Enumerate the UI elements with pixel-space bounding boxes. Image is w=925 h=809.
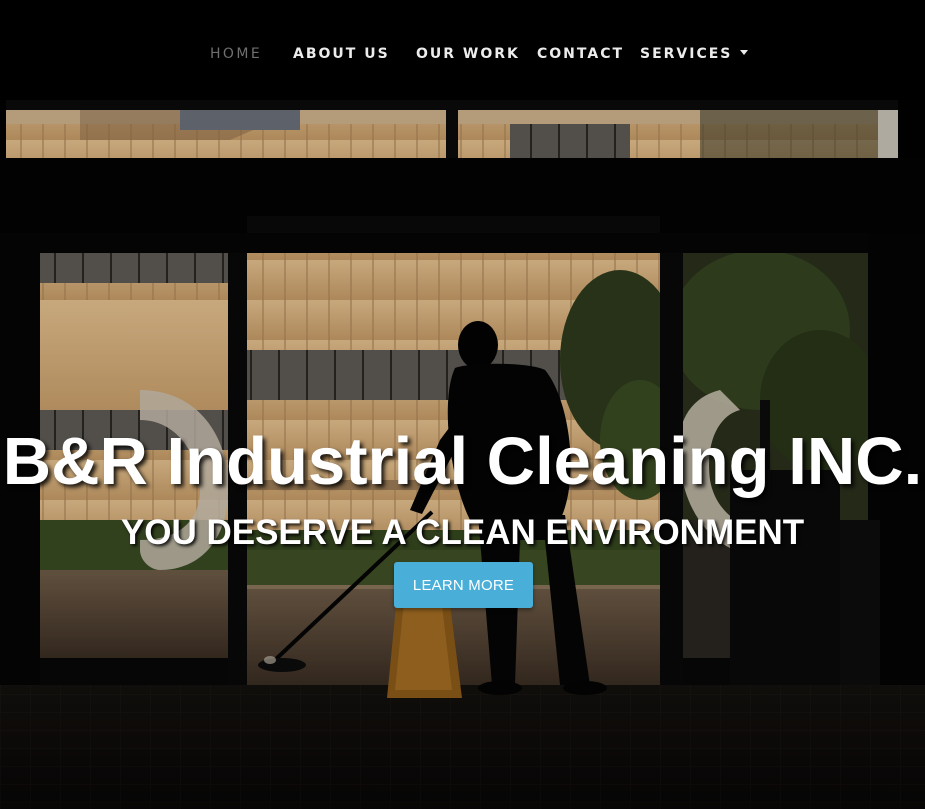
nav-services-dropdown[interactable]: SERVICES: [640, 46, 749, 62]
nav-about-link[interactable]: ABOUT US: [293, 46, 390, 62]
caret-down-icon: [740, 50, 749, 55]
nav-menu: HOME ABOUT US OUR WORK CONTACT SERVICES: [0, 46, 925, 66]
hero-section: B&R Industrial Cleaning INC. YOU DESERVE…: [0, 100, 925, 809]
nav-our-work-link[interactable]: OUR WORK: [416, 46, 520, 62]
nav-contact-link[interactable]: CONTACT: [537, 46, 624, 62]
hero-title: B&R Industrial Cleaning INC.: [2, 424, 923, 499]
nav-services-label: SERVICES: [640, 46, 733, 62]
learn-more-button[interactable]: LEARN MORE: [394, 562, 533, 608]
nav-home-link[interactable]: HOME: [210, 46, 262, 62]
hero-subtitle: YOU DESERVE A CLEAN ENVIRONMENT: [120, 513, 805, 552]
main-navbar: HOME ABOUT US OUR WORK CONTACT SERVICES: [0, 0, 925, 100]
